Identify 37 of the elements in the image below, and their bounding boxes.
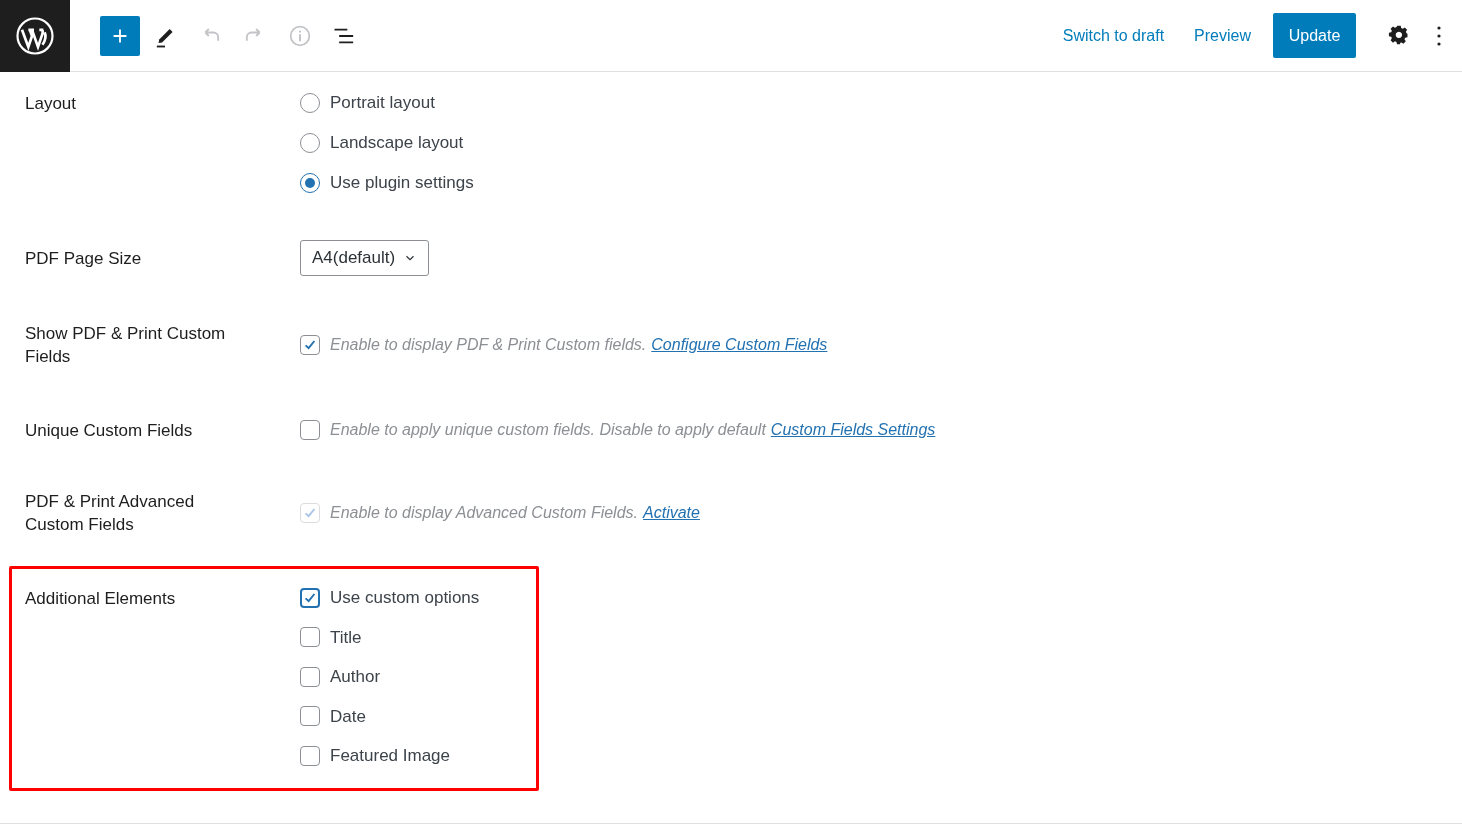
checkbox[interactable] xyxy=(300,706,320,727)
field-description: Enable to display PDF & Print Custom fields. xyxy=(330,335,647,355)
option-label: Use custom options xyxy=(330,587,480,609)
preview-link[interactable]: Preview xyxy=(1184,17,1261,54)
option-label: Use plugin settings xyxy=(330,172,474,195)
checkbox[interactable] xyxy=(300,666,320,687)
option-label: Title xyxy=(330,626,362,649)
add-block-button[interactable] xyxy=(100,15,140,56)
switch-to-draft-link[interactable]: Switch to draft xyxy=(1052,17,1175,54)
settings-link[interactable]: Custom Fields Settings xyxy=(770,418,936,442)
settings-icon[interactable] xyxy=(1388,24,1410,47)
option-label: Author xyxy=(330,666,381,688)
option-label: Date xyxy=(330,705,366,728)
setting-label: PDF Page Size xyxy=(25,247,143,270)
checkbox[interactable] xyxy=(300,420,320,440)
wordpress-logo[interactable] xyxy=(15,15,55,56)
radio-button[interactable] xyxy=(300,133,320,153)
option-label: Portrait layout xyxy=(330,92,435,115)
radio-button[interactable] xyxy=(300,173,320,193)
more-options-icon[interactable] xyxy=(1437,25,1441,46)
option-label: Featured Image xyxy=(330,745,450,767)
setting-label: Unique Custom Fields xyxy=(25,419,194,442)
setting-label: PDF & Print Advanced Custom Fields xyxy=(25,491,196,536)
settings-link[interactable]: Configure Custom Fields xyxy=(651,333,828,357)
checkbox[interactable] xyxy=(300,587,320,608)
setting-label: Show PDF & Print Custom Fields xyxy=(25,323,227,368)
update-button[interactable]: Update xyxy=(1273,13,1356,58)
option-label: Landscape layout xyxy=(330,132,464,155)
page-size-dropdown[interactable]: A4(default) xyxy=(300,240,430,276)
radio-button[interactable] xyxy=(300,93,320,113)
setting-label: Layout xyxy=(25,92,78,115)
checkbox[interactable] xyxy=(300,335,320,355)
field-description: Enable to display Advanced Custom Fields. xyxy=(330,503,638,523)
setting-label: Additional Elements xyxy=(25,587,177,610)
checkbox[interactable] xyxy=(300,627,320,648)
checkbox[interactable] xyxy=(300,745,320,766)
field-description: Enable to apply unique custom fields. Disable to apply default xyxy=(330,420,766,440)
